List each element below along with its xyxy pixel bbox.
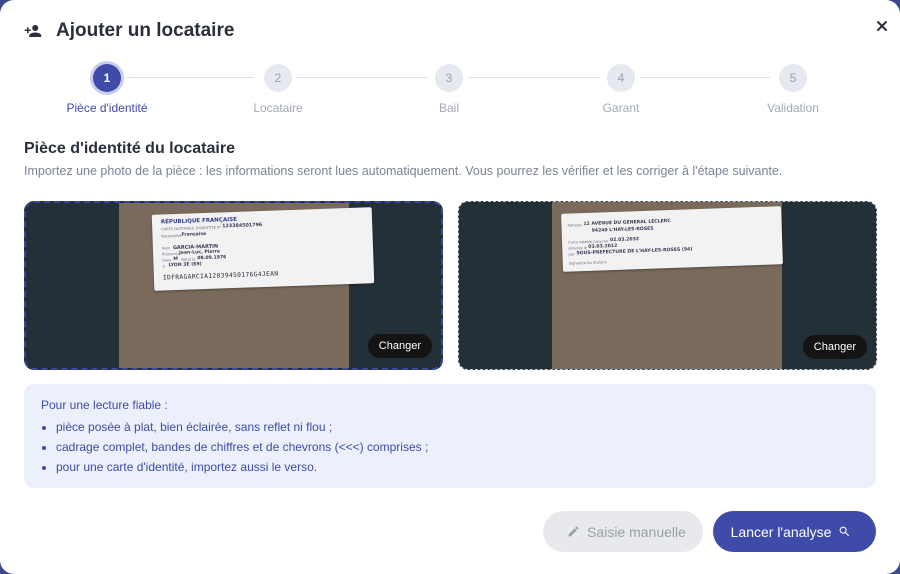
card-text: Adresse: [567, 223, 582, 228]
dialog-header: Ajouter un locataire: [24, 20, 234, 42]
person-add-icon: [24, 22, 42, 40]
step-number: 2: [264, 64, 292, 92]
tips-box: Pour une lecture fiable : pièce posée à …: [24, 384, 876, 488]
card-text: Française: [181, 231, 207, 238]
card-text: CARTE NATIONALE D'IDENTITÉ N°: [161, 225, 222, 232]
run-analysis-button[interactable]: Lancer l'analyse: [713, 511, 876, 552]
card-text: 03.03.2012: [588, 243, 618, 250]
change-front-button[interactable]: Changer: [367, 334, 432, 358]
search-icon: [838, 525, 851, 538]
card-text: 12 AVENUE DU GENERAL LECLERC: [583, 219, 671, 228]
close-icon[interactable]: [874, 18, 890, 34]
add-tenant-dialog: Ajouter un locataire 1 Pièce d'identité …: [0, 0, 900, 574]
step-label: Garant: [602, 101, 640, 115]
upload-id-back[interactable]: Adresse 12 AVENUE DU GENERAL LECLERC 942…: [458, 201, 877, 370]
id-card-back: Adresse 12 AVENUE DU GENERAL LECLERC 942…: [561, 206, 783, 272]
step-label: Validation: [767, 101, 819, 115]
step-validation[interactable]: 5 Validation: [733, 64, 853, 115]
step-number: 4: [607, 64, 635, 92]
step-number: 1: [93, 64, 121, 92]
list-item: cadrage complet, bandes de chiffres et d…: [56, 440, 859, 454]
card-text: 08.09.1976: [197, 255, 227, 262]
list-item: pièce posée à plat, bien éclairée, sans …: [56, 420, 859, 434]
section-title: Pièce d'identité du locataire: [24, 140, 235, 157]
manual-entry-button[interactable]: Saisie manuelle: [543, 511, 703, 552]
card-text: Prénom(s): [162, 251, 181, 257]
card-mrz: IDFRAGARCIA12039450176G4JEAN: [162, 270, 279, 282]
step-label: Pièce d'identité: [66, 101, 148, 115]
step-lease[interactable]: 3 Bail: [389, 64, 509, 115]
card-text: Nom: [161, 246, 171, 251]
card-text: M: [173, 256, 178, 263]
stepper: 1 Pièce d'identité 2 Locataire 3 Bail 4 …: [0, 64, 900, 120]
step-number: 5: [779, 64, 807, 92]
step-id-document[interactable]: 1 Pièce d'identité: [47, 64, 167, 115]
card-text: Signature du titulaire: [568, 260, 607, 266]
upload-id-front[interactable]: RÉPUBLIQUE FRANÇAISE CARTE NATIONALE D'I…: [24, 201, 443, 370]
id-card-front: RÉPUBLIQUE FRANÇAISE CARTE NATIONALE D'I…: [151, 207, 375, 291]
card-text: par: [568, 252, 575, 257]
step-tenant[interactable]: 2 Locataire: [218, 64, 338, 115]
card-text: Nationalité: [161, 233, 182, 239]
step-guarantor[interactable]: 4 Garant: [561, 64, 681, 115]
tips-heading: Pour une lecture fiable :: [41, 398, 168, 412]
card-text: 94240 L'HAY-LES-ROSES: [591, 226, 654, 234]
card-text: Sexe: [162, 258, 172, 263]
step-number: 3: [435, 64, 463, 92]
card-text: LYON 3E (69): [168, 262, 202, 269]
pencil-icon: [567, 525, 580, 538]
card-text: à: [162, 264, 165, 269]
step-label: Locataire: [253, 101, 303, 115]
section-subtitle: Importez une photo de la pièce : les inf…: [24, 164, 783, 178]
step-label: Bail: [438, 101, 459, 115]
card-text: 123384501796: [222, 223, 263, 230]
card-text: Né(e) le: [181, 257, 196, 262]
tips-list: pièce posée à plat, bien éclairée, sans …: [41, 420, 859, 474]
list-item: pour une carte d'identité, importez auss…: [56, 460, 859, 474]
run-analysis-label: Lancer l'analyse: [730, 523, 832, 540]
change-back-button[interactable]: Changer: [802, 335, 867, 359]
card-text: 02.03.2032: [609, 237, 640, 244]
card-text: délivrée le: [568, 245, 588, 251]
manual-entry-label: Saisie manuelle: [587, 523, 686, 540]
dialog-title: Ajouter un locataire: [56, 20, 235, 41]
